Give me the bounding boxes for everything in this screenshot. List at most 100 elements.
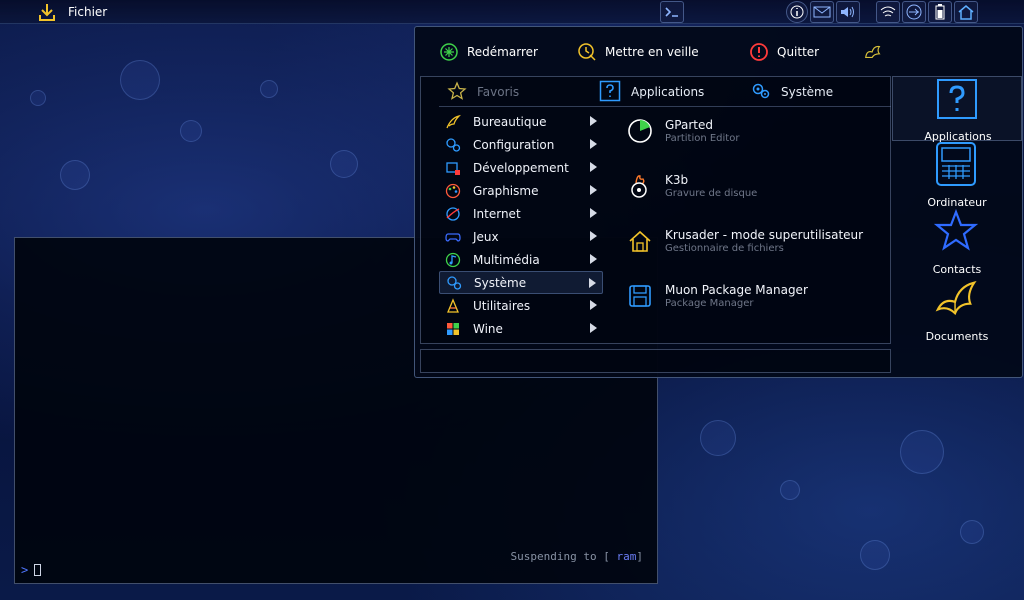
app-description: Gestionnaire de fichiers [665, 243, 784, 254]
application-launcher: Redémarrer Mettre en veille Quitter Favo… [414, 26, 1023, 378]
submenu-arrow-icon [590, 116, 597, 126]
application-list: GParted Partition Editor K3b Gravure de … [621, 110, 889, 342]
status-highlight: ram [616, 550, 637, 563]
place-label: Ordinateur [927, 196, 987, 209]
status-prefix: Suspending to [ [510, 550, 617, 563]
category-label: Graphisme [473, 183, 539, 198]
app-gparted[interactable]: GParted Partition Editor [621, 110, 889, 165]
app-description: Package Manager [665, 298, 754, 309]
category-label: Bureautique [473, 114, 547, 129]
app-name: GParted [665, 118, 713, 132]
category-jeux[interactable]: Jeux [439, 225, 603, 248]
category-developpement[interactable]: Développement [439, 156, 603, 179]
place-contacts[interactable]: Contacts [892, 209, 1022, 276]
disc-fire-icon [627, 173, 653, 199]
floppy-icon [627, 283, 653, 309]
gears-icon [446, 275, 462, 291]
submenu-arrow-icon [590, 208, 597, 218]
app-name: K3b [665, 173, 689, 187]
prompt-symbol: > [21, 563, 29, 577]
quit-button[interactable]: Quitter [749, 39, 819, 65]
logout-icon [863, 42, 883, 62]
status-suffix: ] [636, 550, 643, 563]
category-internet[interactable]: Internet [439, 202, 603, 225]
app-description: Gravure de disque [665, 188, 758, 199]
app-menu[interactable]: Fichier [36, 0, 107, 24]
app-name: Krusader - mode superutilisateur [665, 228, 864, 242]
terminal-icon [660, 1, 684, 23]
top-panel: Fichier [0, 0, 1024, 24]
logout-button[interactable] [863, 39, 883, 65]
battery-icon[interactable] [928, 1, 952, 23]
tab-label: Applications [631, 85, 705, 99]
app-muon[interactable]: Muon Package Manager Package Manager [621, 275, 889, 330]
question-icon [599, 80, 621, 105]
category-list: Bureautique Configuration Développement … [439, 110, 603, 340]
wifi-icon[interactable] [876, 1, 900, 23]
terminal-status: Suspending to [ ram] [511, 550, 643, 563]
category-label: Configuration [473, 137, 555, 152]
butterfly-icon [934, 276, 978, 320]
category-label: Wine [473, 321, 503, 336]
category-wine[interactable]: Wine [439, 317, 603, 340]
windows-icon [445, 321, 461, 337]
computer-icon [934, 142, 978, 186]
quit-label: Quitter [777, 45, 820, 59]
music-icon [445, 252, 461, 268]
terminal-prompt[interactable]: > [21, 563, 42, 577]
session-actions: Redémarrer Mettre en veille Quitter [439, 39, 899, 65]
home-icon[interactable] [954, 1, 978, 23]
sleep-icon [577, 42, 597, 62]
submenu-arrow-icon [589, 278, 596, 288]
submenu-arrow-icon [590, 231, 597, 241]
tab-applications[interactable]: Applications [599, 77, 704, 107]
place-label: Documents [925, 330, 989, 343]
mail-icon[interactable] [810, 1, 834, 23]
tab-favoris[interactable]: Favoris [447, 77, 519, 107]
palette-icon [445, 183, 461, 199]
download-icon [36, 1, 58, 23]
category-systeme[interactable]: Système [439, 271, 603, 294]
quit-icon [749, 42, 769, 62]
info-icon[interactable] [786, 1, 808, 23]
submenu-arrow-icon [590, 139, 597, 149]
category-utilitaires[interactable]: Utilitaires [439, 294, 603, 317]
category-label: Multimédia [473, 252, 540, 267]
gamepad-icon [445, 229, 461, 245]
quill-icon [445, 114, 461, 130]
app-description: Partition Editor [665, 133, 740, 144]
category-label: Internet [473, 206, 521, 221]
star-icon [934, 209, 978, 253]
category-multimedia[interactable]: Multimédia [439, 248, 603, 271]
text-cursor [34, 564, 42, 576]
terminal-launcher[interactable] [660, 1, 686, 23]
category-label: Système [474, 275, 527, 290]
question-icon [935, 77, 979, 121]
tab-systeme[interactable]: Système [751, 77, 833, 107]
gears-icon [445, 137, 461, 153]
category-label: Jeux [473, 229, 499, 244]
submenu-arrow-icon [590, 300, 597, 310]
sleep-button[interactable]: Mettre en veille [577, 39, 699, 65]
submenu-arrow-icon [590, 323, 597, 333]
tab-label: Favoris [477, 85, 520, 99]
system-tray [786, 1, 980, 23]
place-ordinateur[interactable]: Ordinateur [892, 142, 1022, 209]
tab-label: Système [781, 85, 834, 99]
sleep-label: Mettre en veille [605, 45, 699, 59]
category-configuration[interactable]: Configuration [439, 133, 603, 156]
category-graphisme[interactable]: Graphisme [439, 179, 603, 202]
place-documents[interactable]: Documents [892, 276, 1022, 343]
launcher-search-input[interactable] [420, 349, 891, 373]
gears-icon [751, 82, 771, 103]
restart-button[interactable]: Redémarrer [439, 39, 538, 65]
restart-icon [439, 42, 459, 62]
app-k3b[interactable]: K3b Gravure de disque [621, 165, 889, 220]
app-name: Muon Package Manager [665, 283, 808, 297]
volume-icon[interactable] [836, 1, 860, 23]
category-bureautique[interactable]: Bureautique [439, 110, 603, 133]
place-applications[interactable]: Applications [892, 76, 1022, 143]
app-krusader[interactable]: Krusader - mode superutilisateur Gestion… [621, 220, 889, 275]
launcher-main-panel: Favoris Applications Système Bureautique [420, 76, 891, 344]
usb-icon[interactable] [902, 1, 926, 23]
